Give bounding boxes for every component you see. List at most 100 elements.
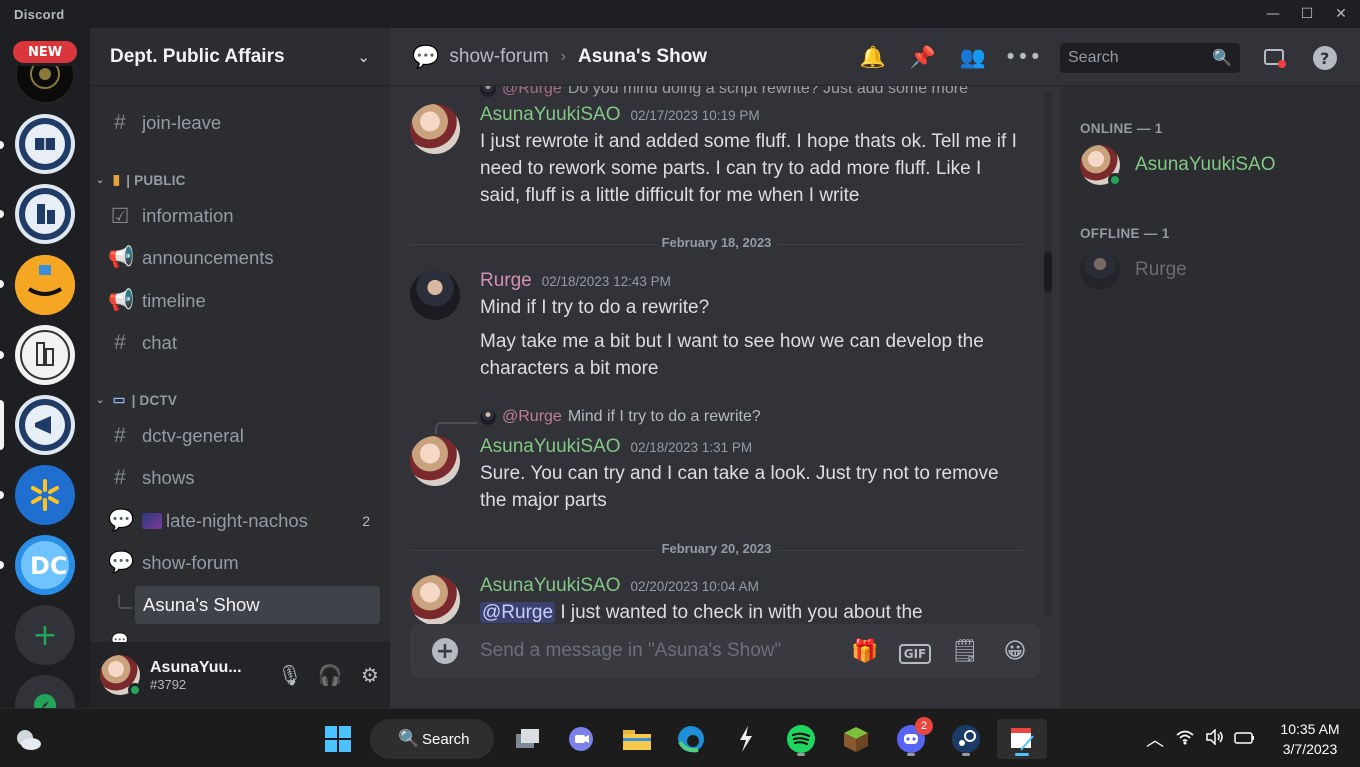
channel-label: timeline bbox=[142, 290, 206, 311]
inbox-icon[interactable] bbox=[1260, 43, 1290, 73]
category-dctv[interactable]: ⌄ ▭ | DCTV bbox=[96, 392, 177, 408]
message-text: May take me a bit but I want to see how … bbox=[480, 331, 984, 379]
member-name: AsunaYuukiSAO bbox=[1135, 154, 1276, 175]
gear-icon[interactable]: ⚙ bbox=[350, 663, 390, 687]
channel-chat[interactable]: # chat bbox=[108, 326, 380, 360]
members-icon[interactable]: 👥 bbox=[948, 45, 998, 70]
search-input[interactable]: Search 🔍 bbox=[1060, 43, 1240, 73]
spotify-icon[interactable] bbox=[781, 719, 821, 759]
reply-preview[interactable]: @Rurge Mind if I try to do a rewrite? bbox=[480, 408, 761, 426]
maximize-button[interactable]: ☐ bbox=[1290, 0, 1324, 28]
chevron-up-icon[interactable]: ︿ bbox=[1140, 726, 1170, 752]
channel-information[interactable]: ☑ information bbox=[108, 199, 380, 233]
minimize-button[interactable]: — bbox=[1256, 0, 1290, 28]
scrollbar-track[interactable] bbox=[1044, 92, 1052, 617]
attach-plus-button[interactable]: + bbox=[432, 638, 458, 664]
avatar[interactable] bbox=[410, 104, 460, 154]
wifi-icon[interactable] bbox=[1170, 729, 1200, 750]
taskbar-search[interactable]: 🔍 Search bbox=[370, 719, 494, 759]
user-mention[interactable]: @Rurge bbox=[480, 602, 556, 623]
avatar[interactable] bbox=[410, 270, 460, 320]
discord-taskbar-icon[interactable]: 2 bbox=[891, 717, 933, 759]
server-walmart[interactable] bbox=[15, 465, 75, 525]
help-icon[interactable]: ? bbox=[1310, 43, 1340, 73]
message-author[interactable]: AsunaYuukiSAO bbox=[480, 575, 620, 597]
volume-icon[interactable] bbox=[1200, 727, 1230, 750]
emoji-icon[interactable]: 😀 bbox=[990, 639, 1040, 664]
battery-icon[interactable] bbox=[1230, 729, 1260, 750]
scrollbar-thumb[interactable] bbox=[1044, 252, 1052, 292]
channel-show-forum[interactable]: 💬 show-forum bbox=[108, 546, 380, 580]
server-city[interactable] bbox=[15, 325, 75, 385]
server-education[interactable] bbox=[15, 114, 75, 174]
gift-icon[interactable]: 🎁 bbox=[840, 639, 890, 664]
hash-thread-icon: # bbox=[114, 424, 126, 447]
discord-window: Discord — ☐ ✕ NEW DC + Dept. Public Affa… bbox=[0, 0, 1360, 767]
rules-checkbox-icon: ☑ bbox=[110, 204, 130, 228]
task-view-icon[interactable] bbox=[507, 719, 547, 759]
message-author[interactable]: AsunaYuukiSAO bbox=[480, 104, 620, 126]
avatar[interactable] bbox=[100, 655, 142, 697]
message-input[interactable]: Send a message in "Asuna's Show" bbox=[480, 640, 840, 662]
add-server-button[interactable]: + bbox=[15, 605, 75, 665]
server-dc[interactable]: DC bbox=[15, 535, 75, 595]
avatar[interactable] bbox=[410, 436, 460, 486]
server-amazon[interactable] bbox=[15, 255, 75, 315]
message-timestamp: 02/18/2023 12:43 PM bbox=[541, 274, 671, 289]
channel-join-leave[interactable]: # join-leave bbox=[108, 106, 380, 140]
close-button[interactable]: ✕ bbox=[1324, 0, 1358, 28]
teams-chat-icon[interactable] bbox=[561, 719, 601, 759]
minecraft-icon[interactable] bbox=[836, 719, 876, 759]
start-button[interactable] bbox=[318, 719, 358, 759]
pin-icon[interactable]: 📌 bbox=[898, 45, 948, 70]
channel-timeline[interactable]: 📢 timeline bbox=[108, 284, 380, 318]
server-construction[interactable] bbox=[15, 184, 75, 244]
server-header[interactable]: Dept. Public Affairs ⌄ bbox=[90, 28, 390, 86]
file-explorer-icon[interactable] bbox=[617, 719, 657, 759]
channel-dctv-general[interactable]: # dctv-general bbox=[108, 419, 380, 453]
user-info[interactable]: AsunaYuu... #3792 bbox=[150, 659, 270, 692]
headphones-icon[interactable]: 🎧 bbox=[310, 663, 350, 687]
bell-icon[interactable]: 🔔 bbox=[848, 45, 898, 70]
chat-area: 💬 show-forum › Asuna's Show 🔔 📌 👥 ••• Se… bbox=[390, 28, 1360, 708]
category-public[interactable]: ⌄ ▮ | PUBLIC bbox=[96, 172, 186, 188]
thread-asunas-show[interactable]: Asuna's Show bbox=[135, 586, 380, 624]
chevron-down-icon: ⌄ bbox=[357, 47, 370, 66]
clock-date: 3/7/2023 bbox=[1282, 741, 1338, 757]
edge-browser-icon[interactable] bbox=[671, 719, 711, 759]
server-name: Dept. Public Affairs bbox=[110, 45, 285, 67]
reply-spine bbox=[435, 422, 477, 434]
lightning-app-icon[interactable] bbox=[726, 719, 766, 759]
breadcrumb: 💬 show-forum › Asuna's Show bbox=[412, 44, 707, 70]
explore-servers-button[interactable] bbox=[15, 675, 75, 708]
running-indicator bbox=[907, 753, 915, 756]
hash-icon: # bbox=[114, 111, 126, 134]
microphone-icon[interactable]: 🎙 bbox=[270, 663, 310, 687]
avatar[interactable] bbox=[410, 575, 460, 625]
member-item[interactable]: Rurge bbox=[1080, 250, 1187, 290]
avatar bbox=[1080, 145, 1122, 187]
date-label: February 20, 2023 bbox=[655, 541, 778, 556]
amazon-logo-icon bbox=[15, 255, 75, 315]
channel-announcements[interactable]: 📢 announcements bbox=[108, 241, 380, 275]
username: AsunaYuu... bbox=[150, 658, 242, 676]
message-author[interactable]: AsunaYuukiSAO bbox=[480, 436, 620, 458]
message: AsunaYuukiSAO 02/18/2023 1:31 PM Sure. Y… bbox=[410, 436, 1020, 514]
breadcrumb-parent[interactable]: show-forum bbox=[449, 46, 548, 68]
message-author[interactable]: Rurge bbox=[480, 270, 532, 292]
gif-button[interactable]: GIF bbox=[890, 639, 940, 664]
member-item[interactable]: AsunaYuukiSAO bbox=[1080, 145, 1276, 187]
more-icon[interactable]: ••• bbox=[998, 45, 1048, 69]
unread-pip bbox=[0, 561, 4, 569]
snipping-tool-icon[interactable] bbox=[997, 719, 1047, 759]
channel-shows[interactable]: # shows bbox=[108, 461, 380, 495]
avatar bbox=[480, 86, 496, 97]
search-icon: 🔍 bbox=[1212, 50, 1232, 67]
system-clock[interactable]: 10:35 AM 3/7/2023 bbox=[1270, 719, 1350, 759]
weather-icon[interactable] bbox=[8, 719, 48, 759]
reply-preview[interactable]: @Rurge Do you mind doing a script rewrit… bbox=[480, 86, 968, 98]
server-public-affairs[interactable] bbox=[15, 395, 75, 455]
channel-late-night-nachos[interactable]: 💬 late-night-nachos 2 bbox=[108, 504, 380, 538]
sticker-icon[interactable]: 🗒 bbox=[940, 639, 990, 664]
steam-icon[interactable] bbox=[946, 719, 986, 759]
